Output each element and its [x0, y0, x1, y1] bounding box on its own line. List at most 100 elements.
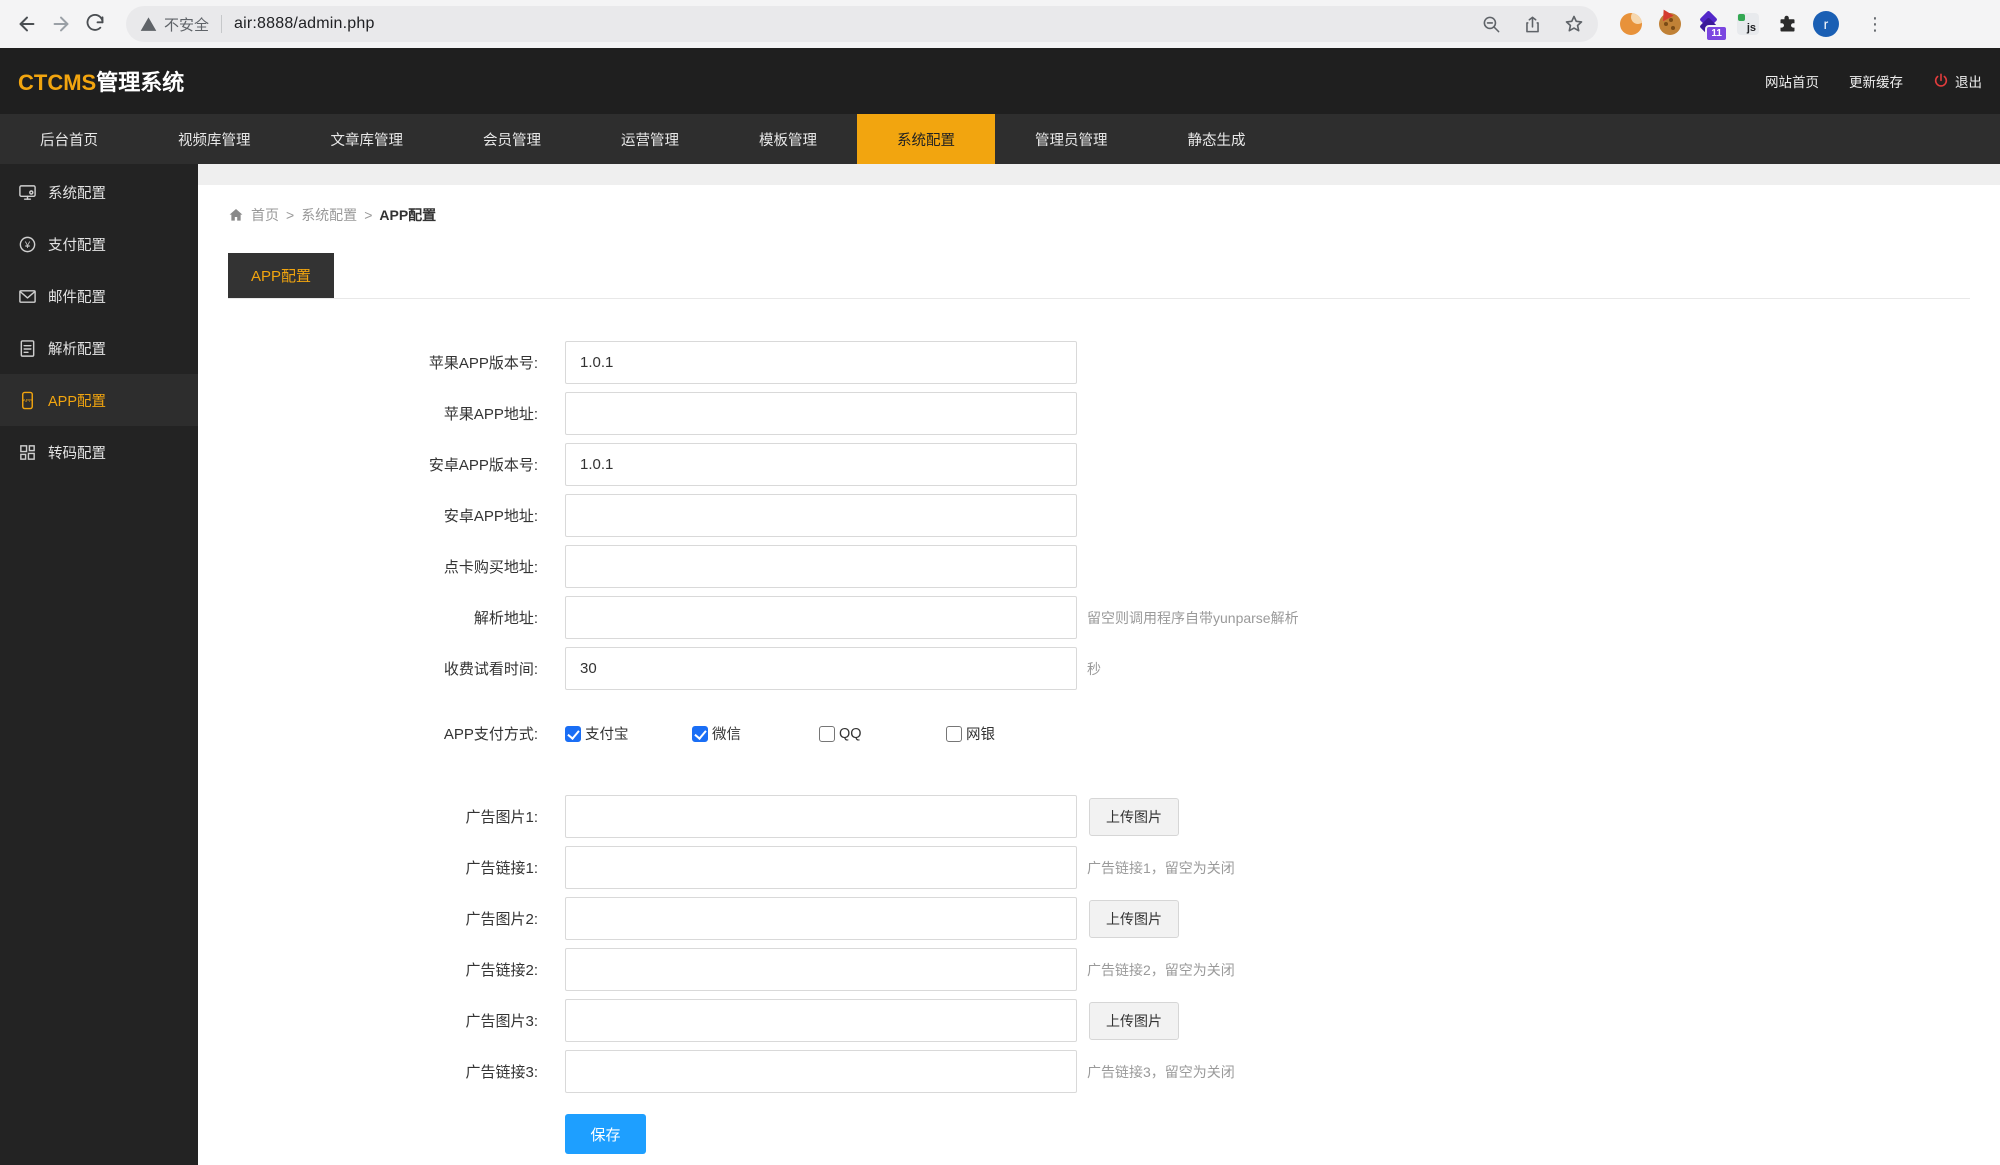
ad-link-2-input[interactable] [565, 948, 1077, 991]
extensions-puzzle-icon[interactable] [1774, 11, 1800, 37]
android-app-version-input[interactable] [565, 443, 1077, 486]
sidebar-item-system-config[interactable]: 系统配置 [0, 166, 198, 218]
browser-forward-icon[interactable] [44, 7, 78, 41]
sidebar: 系统配置 ¥ 支付配置 邮件配置 解析配置 APP APP配置 转码配置 [0, 164, 198, 1165]
trial-time-input[interactable] [565, 647, 1077, 690]
url-text[interactable]: air:8888/admin.php [234, 15, 375, 33]
field-label: 广告链接3: [465, 1064, 538, 1081]
sidebar-item-label: 解析配置 [48, 341, 106, 358]
main-area: 首页 > 系统配置 > APP配置 APP配置 苹果APP版本号: 苹果APP地… [198, 164, 2000, 1165]
warning-triangle-icon [140, 16, 157, 31]
mail-icon [17, 286, 37, 306]
power-icon [1934, 73, 1948, 87]
site-home-link[interactable]: 网站首页 [1765, 71, 1819, 91]
parse-url-input[interactable] [565, 596, 1077, 639]
sidebar-item-parse-config[interactable]: 解析配置 [0, 322, 198, 374]
form-row: 安卓APP版本号: [228, 443, 1970, 486]
payment-option-wechat[interactable]: 微信 [692, 723, 819, 744]
extensions-strip: 11 js r ⋮ [1618, 6, 1884, 42]
wechat-checkbox[interactable] [692, 725, 708, 742]
breadcrumb-current: APP配置 [379, 207, 437, 223]
ad-link-3-input[interactable] [565, 1050, 1077, 1093]
form-row: 广告链接1: 广告链接1，留空为关闭 [228, 846, 1970, 889]
payment-option-netbank[interactable]: 网银 [946, 723, 1073, 744]
app-phone-icon: APP [17, 390, 37, 410]
share-icon[interactable] [1523, 15, 1542, 34]
field-hint: 广告链接1，留空为关闭 [1087, 859, 1235, 876]
ios-app-version-input[interactable] [565, 341, 1077, 384]
sidebar-item-payment-config[interactable]: ¥ 支付配置 [0, 218, 198, 270]
security-warning[interactable]: 不安全 [140, 14, 209, 35]
zoom-out-icon[interactable] [1482, 15, 1501, 34]
breadcrumb-system-config[interactable]: 系统配置 [301, 205, 357, 225]
upload-image-button[interactable]: 上传图片 [1089, 899, 1179, 938]
logo-brand: CTCMS [18, 70, 97, 95]
extension-js-icon[interactable]: js [1735, 11, 1761, 37]
ad-link-1-input[interactable] [565, 846, 1077, 889]
nav-tab-video-library[interactable]: 视频库管理 [138, 114, 291, 164]
field-label: 广告图片3: [465, 1013, 538, 1030]
sidebar-item-transcode-config[interactable]: 转码配置 [0, 426, 198, 478]
breadcrumb-separator: > [286, 207, 295, 223]
nav-tab-system-config[interactable]: 系统配置 [857, 114, 995, 164]
omnibox-divider [221, 15, 223, 33]
sidebar-item-label: 转码配置 [48, 445, 106, 462]
extension-bookmark-stack-icon[interactable]: 11 [1696, 10, 1728, 42]
sidebar-item-app-config[interactable]: APP APP配置 [0, 374, 198, 426]
upload-image-button[interactable]: 上传图片 [1089, 797, 1179, 836]
browser-toolbar: 不安全 air:8888/admin.php 11 js r ⋮ [0, 0, 2000, 48]
sidebar-item-label: 支付配置 [48, 237, 106, 254]
app-header: CTCMS管理系统 网站首页 更新缓存 退出 [0, 48, 2000, 114]
form-row: 广告图片2: 上传图片 [228, 897, 1970, 940]
upload-image-button[interactable]: 上传图片 [1089, 1001, 1179, 1040]
field-label: 苹果APP版本号: [428, 355, 538, 372]
ad-image-1-input[interactable] [565, 795, 1077, 838]
extension-cookie-icon[interactable] [1657, 6, 1683, 37]
sidebar-item-label: 系统配置 [48, 185, 106, 202]
field-hint: 广告链接2，留空为关闭 [1087, 961, 1235, 978]
android-app-url-input[interactable] [565, 494, 1077, 537]
nav-tab-dashboard[interactable]: 后台首页 [0, 114, 138, 164]
ad-image-3-input[interactable] [565, 999, 1077, 1042]
transcode-grid-icon [17, 442, 37, 462]
netbank-checkbox[interactable] [946, 725, 962, 742]
save-button[interactable]: 保存 [565, 1114, 646, 1154]
nav-tab-templates[interactable]: 模板管理 [719, 114, 857, 164]
security-warning-label: 不安全 [164, 16, 210, 34]
refresh-cache-link[interactable]: 更新缓存 [1849, 71, 1903, 91]
content-tabbar: APP配置 [228, 253, 1970, 299]
ad-image-2-input[interactable] [565, 897, 1077, 940]
ios-app-url-input[interactable] [565, 392, 1077, 435]
browser-reload-icon[interactable] [78, 7, 112, 41]
logout-link[interactable]: 退出 [1933, 71, 1982, 91]
field-label: 广告图片1: [465, 809, 538, 826]
form-row: 收费试看时间: 秒 [228, 647, 1970, 690]
browser-menu-icon[interactable]: ⋮ [1866, 15, 1884, 33]
svg-text:APP: APP [22, 397, 32, 403]
form-row: 广告图片1: 上传图片 [228, 795, 1970, 838]
payment-option-qq[interactable]: QQ [819, 725, 946, 742]
payment-option-alipay[interactable]: 支付宝 [565, 723, 692, 744]
field-label: 苹果APP地址: [443, 406, 538, 423]
alipay-checkbox[interactable] [565, 725, 581, 742]
sidebar-item-mail-config[interactable]: 邮件配置 [0, 270, 198, 322]
field-label: 广告图片2: [465, 911, 538, 928]
bookmark-star-icon[interactable] [1564, 14, 1584, 34]
nav-tab-static-generation[interactable]: 静态生成 [1148, 114, 1286, 164]
nav-tab-members[interactable]: 会员管理 [443, 114, 581, 164]
form-row: 安卓APP地址: [228, 494, 1970, 537]
nav-tab-admins[interactable]: 管理员管理 [995, 114, 1148, 164]
nav-tab-operations[interactable]: 运营管理 [581, 114, 719, 164]
form-row: 解析地址: 留空则调用程序自带yunparse解析 [228, 596, 1970, 639]
breadcrumb-home[interactable]: 首页 [251, 205, 279, 225]
profile-avatar[interactable]: r [1813, 11, 1839, 37]
qq-checkbox[interactable] [819, 725, 835, 742]
address-bar[interactable]: 不安全 air:8888/admin.php [126, 6, 1598, 42]
nav-tab-article-library[interactable]: 文章库管理 [291, 114, 444, 164]
form-row: 广告链接3: 广告链接3，留空为关闭 [228, 1050, 1970, 1093]
card-purchase-url-input[interactable] [565, 545, 1077, 588]
extension-pie-icon[interactable] [1618, 11, 1644, 37]
browser-back-icon[interactable] [10, 7, 44, 41]
tab-app-config[interactable]: APP配置 [228, 253, 335, 298]
field-label: 点卡购买地址: [443, 559, 538, 576]
